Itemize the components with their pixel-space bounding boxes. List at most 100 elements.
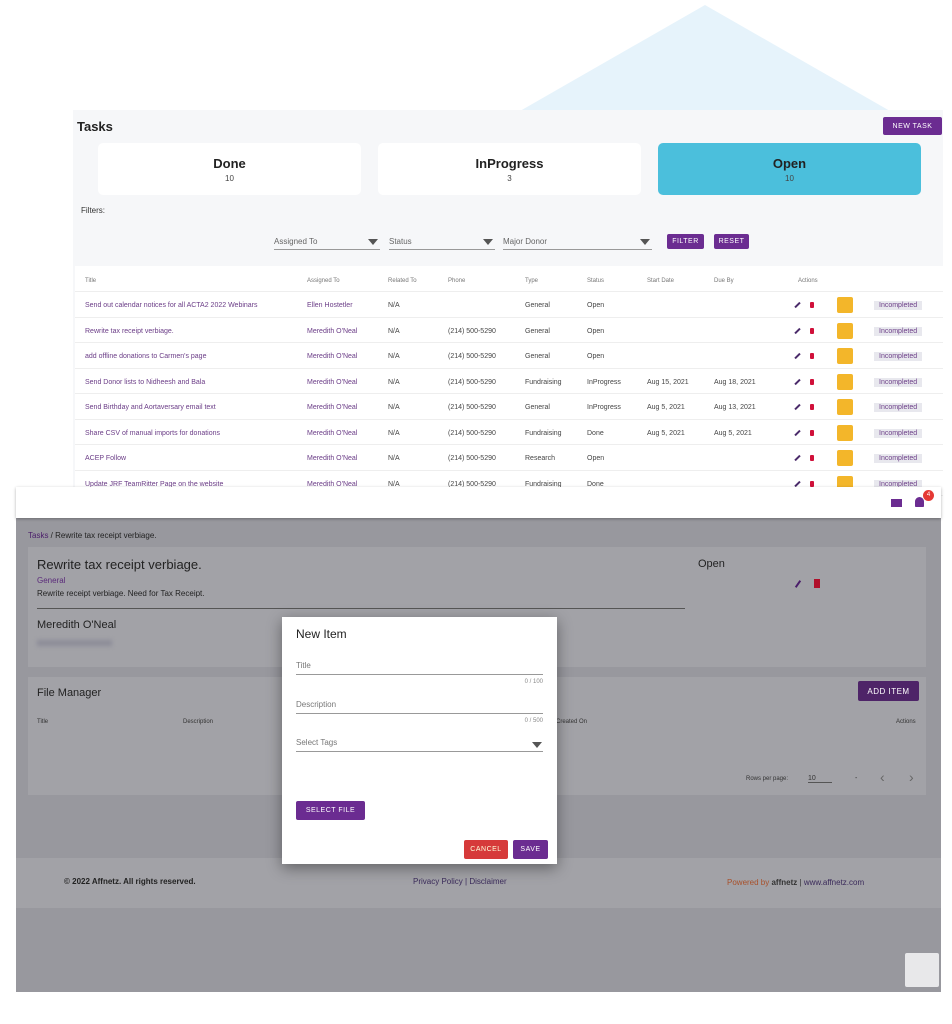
edit-icon[interactable] [794, 352, 801, 360]
cell-phone: (214) 500-5290 [448, 429, 496, 437]
table-row[interactable]: Send Donor lists to Nidheesh and Bala Mer… [75, 369, 943, 394]
edit-icon[interactable] [794, 580, 802, 588]
add-item-button[interactable]: ADD ITEM [858, 681, 919, 701]
cell-type: General [525, 327, 550, 335]
disclaimer-link[interactable]: Disclaimer [469, 877, 506, 886]
mail-icon[interactable] [891, 499, 902, 507]
col-start: Start Date [647, 278, 675, 284]
breadcrumb-tasks[interactable]: Tasks [28, 531, 48, 540]
edit-icon[interactable] [794, 429, 801, 436]
table-row[interactable]: Send Birthday and Aortaversary email tex… [75, 394, 943, 420]
table-row[interactable]: add offline donations to Carmen's page Me… [75, 343, 943, 369]
fm-col-created: Created On [556, 719, 588, 725]
col-assigned: Assigned To [307, 278, 340, 284]
edit-icon[interactable] [794, 480, 801, 487]
save-button[interactable]: SAVE [513, 840, 548, 859]
prev-page-icon[interactable]: ‹ [880, 769, 885, 785]
notes-icon[interactable] [837, 399, 853, 415]
cell-related-to: N/A [388, 455, 400, 462]
cell-title[interactable]: Send Birthday and Aortaversary email tex… [85, 404, 216, 411]
edit-icon[interactable] [794, 403, 801, 411]
cell-due-by: Aug 18, 2021 [714, 378, 756, 386]
table-header: Title Assigned To Related To Phone Type … [75, 266, 943, 292]
fm-col-description: Description [183, 719, 214, 725]
delete-icon[interactable] [810, 302, 814, 308]
card-label: Open [772, 156, 807, 171]
cancel-button[interactable]: CANCEL [464, 840, 508, 859]
assigned-to-select[interactable]: Assigned To [274, 234, 380, 250]
card-label: InProgress [475, 156, 544, 171]
card-inprogress[interactable]: InProgress 3 [378, 143, 641, 195]
cell-title[interactable]: Share CSV of manual imports for donation… [85, 430, 220, 437]
table-row[interactable]: ACEP Follow Meredith O'Neal N/A (214) 500-5… [75, 445, 943, 471]
cell-title[interactable]: ACEP Follow [85, 455, 126, 462]
cell-assigned-to: Meredith O'Neal [307, 404, 358, 411]
top-bar: 4 [16, 487, 941, 518]
delete-icon[interactable] [810, 480, 814, 487]
bell-icon[interactable] [915, 497, 924, 507]
major-donor-select[interactable]: Major Donor [503, 234, 652, 250]
breadcrumb-current: / Rewrite tax receipt verbiage. [48, 531, 157, 540]
chevron-down-icon [532, 742, 542, 753]
title-input[interactable]: Title [296, 661, 543, 675]
next-page-icon[interactable]: › [909, 769, 914, 785]
delete-icon[interactable] [810, 429, 814, 436]
cell-title[interactable]: Rewrite tax receipt verbiage. [85, 328, 174, 335]
cell-start-date: Aug 5, 2021 [647, 429, 685, 437]
tasks-table: Title Assigned To Related To Phone Type … [75, 266, 943, 496]
fm-col-actions: Actions [896, 719, 916, 725]
table-row[interactable]: Share CSV of manual imports for donation… [75, 420, 943, 445]
cell-title[interactable]: add offline donations to Carmen's page [85, 353, 206, 360]
notes-icon[interactable] [837, 373, 853, 390]
table-row[interactable]: Send out calendar notices for all ACTA2 … [75, 292, 943, 318]
background-decoration [520, 5, 890, 111]
tags-select[interactable]: Select Tags [296, 738, 543, 752]
cell-title[interactable]: Send Donor lists to Nidheesh and Bala [85, 379, 205, 386]
notes-icon[interactable] [837, 348, 853, 364]
delete-icon[interactable] [810, 378, 814, 385]
cell-related-to: N/A [388, 327, 400, 335]
cell-status: Open [587, 455, 605, 462]
cell-related-to: N/A [388, 353, 400, 360]
privacy-link[interactable]: Privacy Policy [413, 877, 463, 886]
cell-phone: (214) 500-5290 [448, 404, 496, 411]
edit-icon[interactable] [794, 378, 801, 385]
notes-icon[interactable] [837, 322, 853, 339]
reset-button[interactable]: RESET [714, 234, 749, 249]
cell-type: General [525, 404, 550, 411]
delete-icon[interactable] [810, 327, 814, 334]
delete-icon[interactable] [810, 455, 814, 461]
cell-related-to: N/A [388, 429, 400, 437]
rows-per-page-select[interactable]: 10 [808, 775, 832, 783]
cell-title[interactable]: Send out calendar notices for all ACTA2 … [85, 302, 258, 309]
notes-icon[interactable] [837, 424, 853, 441]
new-task-button[interactable]: NEW TASK [883, 117, 942, 135]
card-open[interactable]: Open 10 [658, 143, 921, 195]
cell-due-by: Aug 5, 2021 [714, 429, 752, 437]
edit-icon[interactable] [794, 454, 801, 462]
edit-icon[interactable] [794, 301, 801, 309]
site-link[interactable]: www.affnetz.com [804, 878, 864, 887]
page-range: - [855, 775, 858, 782]
cell-related-to: N/A [388, 302, 400, 309]
notes-icon[interactable] [837, 297, 853, 313]
card-done[interactable]: Done 10 [98, 143, 361, 195]
brand-logo: affnetz [771, 878, 798, 887]
cell-related-to: N/A [388, 378, 400, 386]
edit-icon[interactable] [794, 327, 801, 334]
table-row[interactable]: Rewrite tax receipt verbiage. Meredith O'… [75, 318, 943, 343]
description-input[interactable]: Description [296, 700, 543, 714]
notes-icon[interactable] [837, 450, 853, 466]
delete-icon[interactable] [810, 353, 814, 359]
select-file-button[interactable]: SELECT FILE [296, 801, 365, 820]
task-status: Open [698, 558, 725, 570]
filter-button[interactable]: FILTER [667, 234, 704, 249]
delete-icon[interactable] [810, 404, 814, 410]
cell-assigned-to: Ellen Hostetler [307, 302, 353, 309]
cell-phone: (214) 500-5290 [448, 353, 496, 360]
cell-assigned-to: Meredith O'Neal [307, 378, 358, 386]
fm-col-title: Title [37, 719, 49, 725]
delete-icon[interactable] [814, 579, 820, 588]
cell-assigned-to: Meredith O'Neal [307, 353, 358, 360]
status-select[interactable]: Status [389, 234, 495, 250]
